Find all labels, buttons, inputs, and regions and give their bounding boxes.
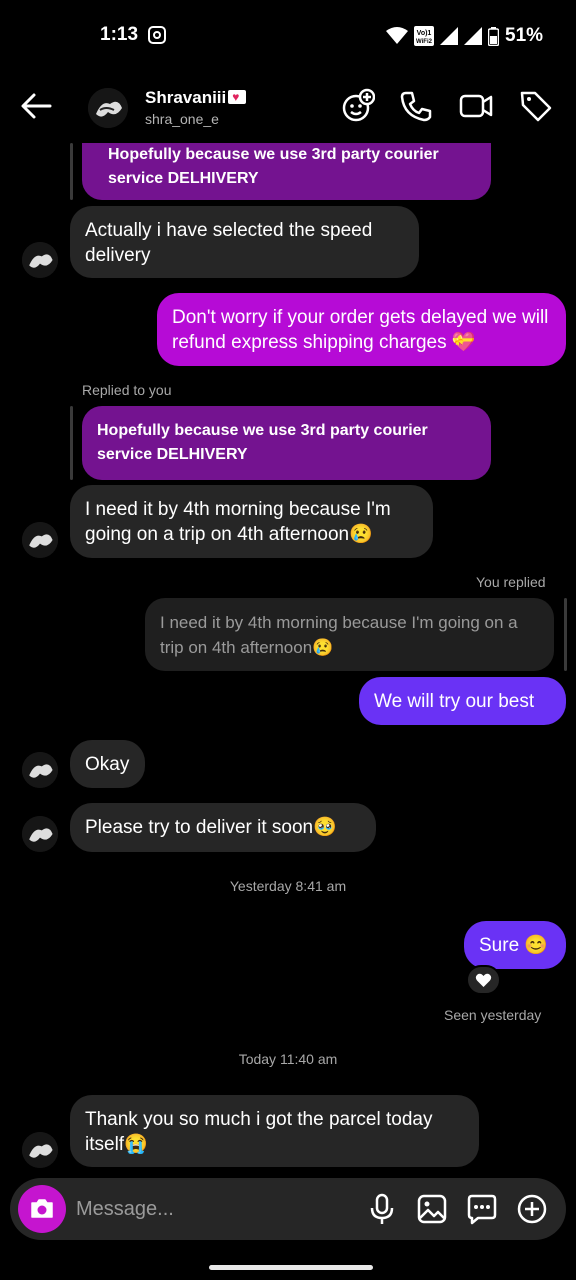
battery-percent: 51% xyxy=(505,25,544,46)
timestamp-divider: Yesterday 8:41 am xyxy=(229,878,347,894)
contact-name-text: Shravaniii xyxy=(145,88,227,107)
received-message[interactable]: Thank you so much i got the parcel today… xyxy=(70,1095,479,1167)
avatar[interactable] xyxy=(88,88,128,128)
gallery-icon[interactable] xyxy=(414,1191,450,1227)
instagram-notification-icon xyxy=(148,26,166,44)
camera-button[interactable] xyxy=(18,1185,66,1233)
microphone-icon[interactable] xyxy=(364,1191,400,1227)
sent-message[interactable]: We will try our best xyxy=(359,677,566,725)
signal-2-icon xyxy=(464,27,482,45)
sender-avatar[interactable] xyxy=(22,816,58,852)
heart-badge-icon: ♥ xyxy=(228,90,247,104)
home-indicator[interactable] xyxy=(209,1265,373,1270)
sticker-message-icon[interactable] xyxy=(464,1191,500,1227)
phone-call-icon[interactable] xyxy=(398,88,434,124)
timestamp-divider: Today 11:40 am xyxy=(238,1051,338,1067)
video-call-icon[interactable] xyxy=(458,88,494,124)
sender-avatar[interactable] xyxy=(22,1132,58,1168)
wifi-calling-icon: Vo)1 WiFi2 xyxy=(414,26,434,46)
status-time: 1:13 xyxy=(100,24,139,45)
reply-line xyxy=(70,406,73,480)
status-icons: Vo)1 WiFi2 51% xyxy=(386,24,543,48)
quoted-message[interactable]: I need it by 4th morning because I'm goi… xyxy=(145,598,554,671)
svg-text:WiFi2: WiFi2 xyxy=(416,39,433,45)
add-sticker-icon[interactable] xyxy=(339,88,375,124)
sender-avatar[interactable] xyxy=(22,752,58,788)
message-input[interactable] xyxy=(76,1196,356,1222)
contact-username[interactable]: shra_one_e xyxy=(145,111,219,127)
reply-line xyxy=(564,598,567,671)
replied-label: Replied to you xyxy=(82,382,172,398)
signal-icon xyxy=(440,27,458,45)
seen-status: Seen yesterday xyxy=(444,1007,542,1023)
back-arrow-icon[interactable] xyxy=(18,88,54,124)
battery-icon xyxy=(488,26,499,46)
svg-text:Vo)1: Vo)1 xyxy=(417,30,432,37)
received-message[interactable]: Please try to deliver it soon🥹 xyxy=(70,803,376,852)
add-icon[interactable] xyxy=(514,1191,550,1227)
wifi-icon xyxy=(386,27,408,44)
reaction-badge[interactable] xyxy=(466,965,501,995)
sent-message[interactable]: Sure 😊 xyxy=(464,921,566,969)
sender-avatar[interactable] xyxy=(22,242,58,278)
tag-icon[interactable] xyxy=(518,88,554,124)
reply-line xyxy=(70,143,73,200)
you-replied-label: You replied xyxy=(476,574,546,590)
quoted-message[interactable]: Hopefully because we use 3rd party couri… xyxy=(82,143,491,200)
heart-reaction-icon xyxy=(475,973,492,987)
sent-message[interactable]: Don't worry if your order gets delayed w… xyxy=(157,293,566,366)
received-message[interactable]: I need it by 4th morning because I'm goi… xyxy=(70,485,433,558)
camera-icon xyxy=(31,1199,53,1218)
contact-name[interactable]: Shravaniii ♥ xyxy=(145,88,247,108)
received-message[interactable]: Okay xyxy=(70,740,145,788)
sender-avatar[interactable] xyxy=(22,522,58,558)
quoted-message[interactable]: Hopefully because we use 3rd party couri… xyxy=(82,406,491,480)
received-message[interactable]: Actually i have selected the speed deliv… xyxy=(70,206,419,278)
